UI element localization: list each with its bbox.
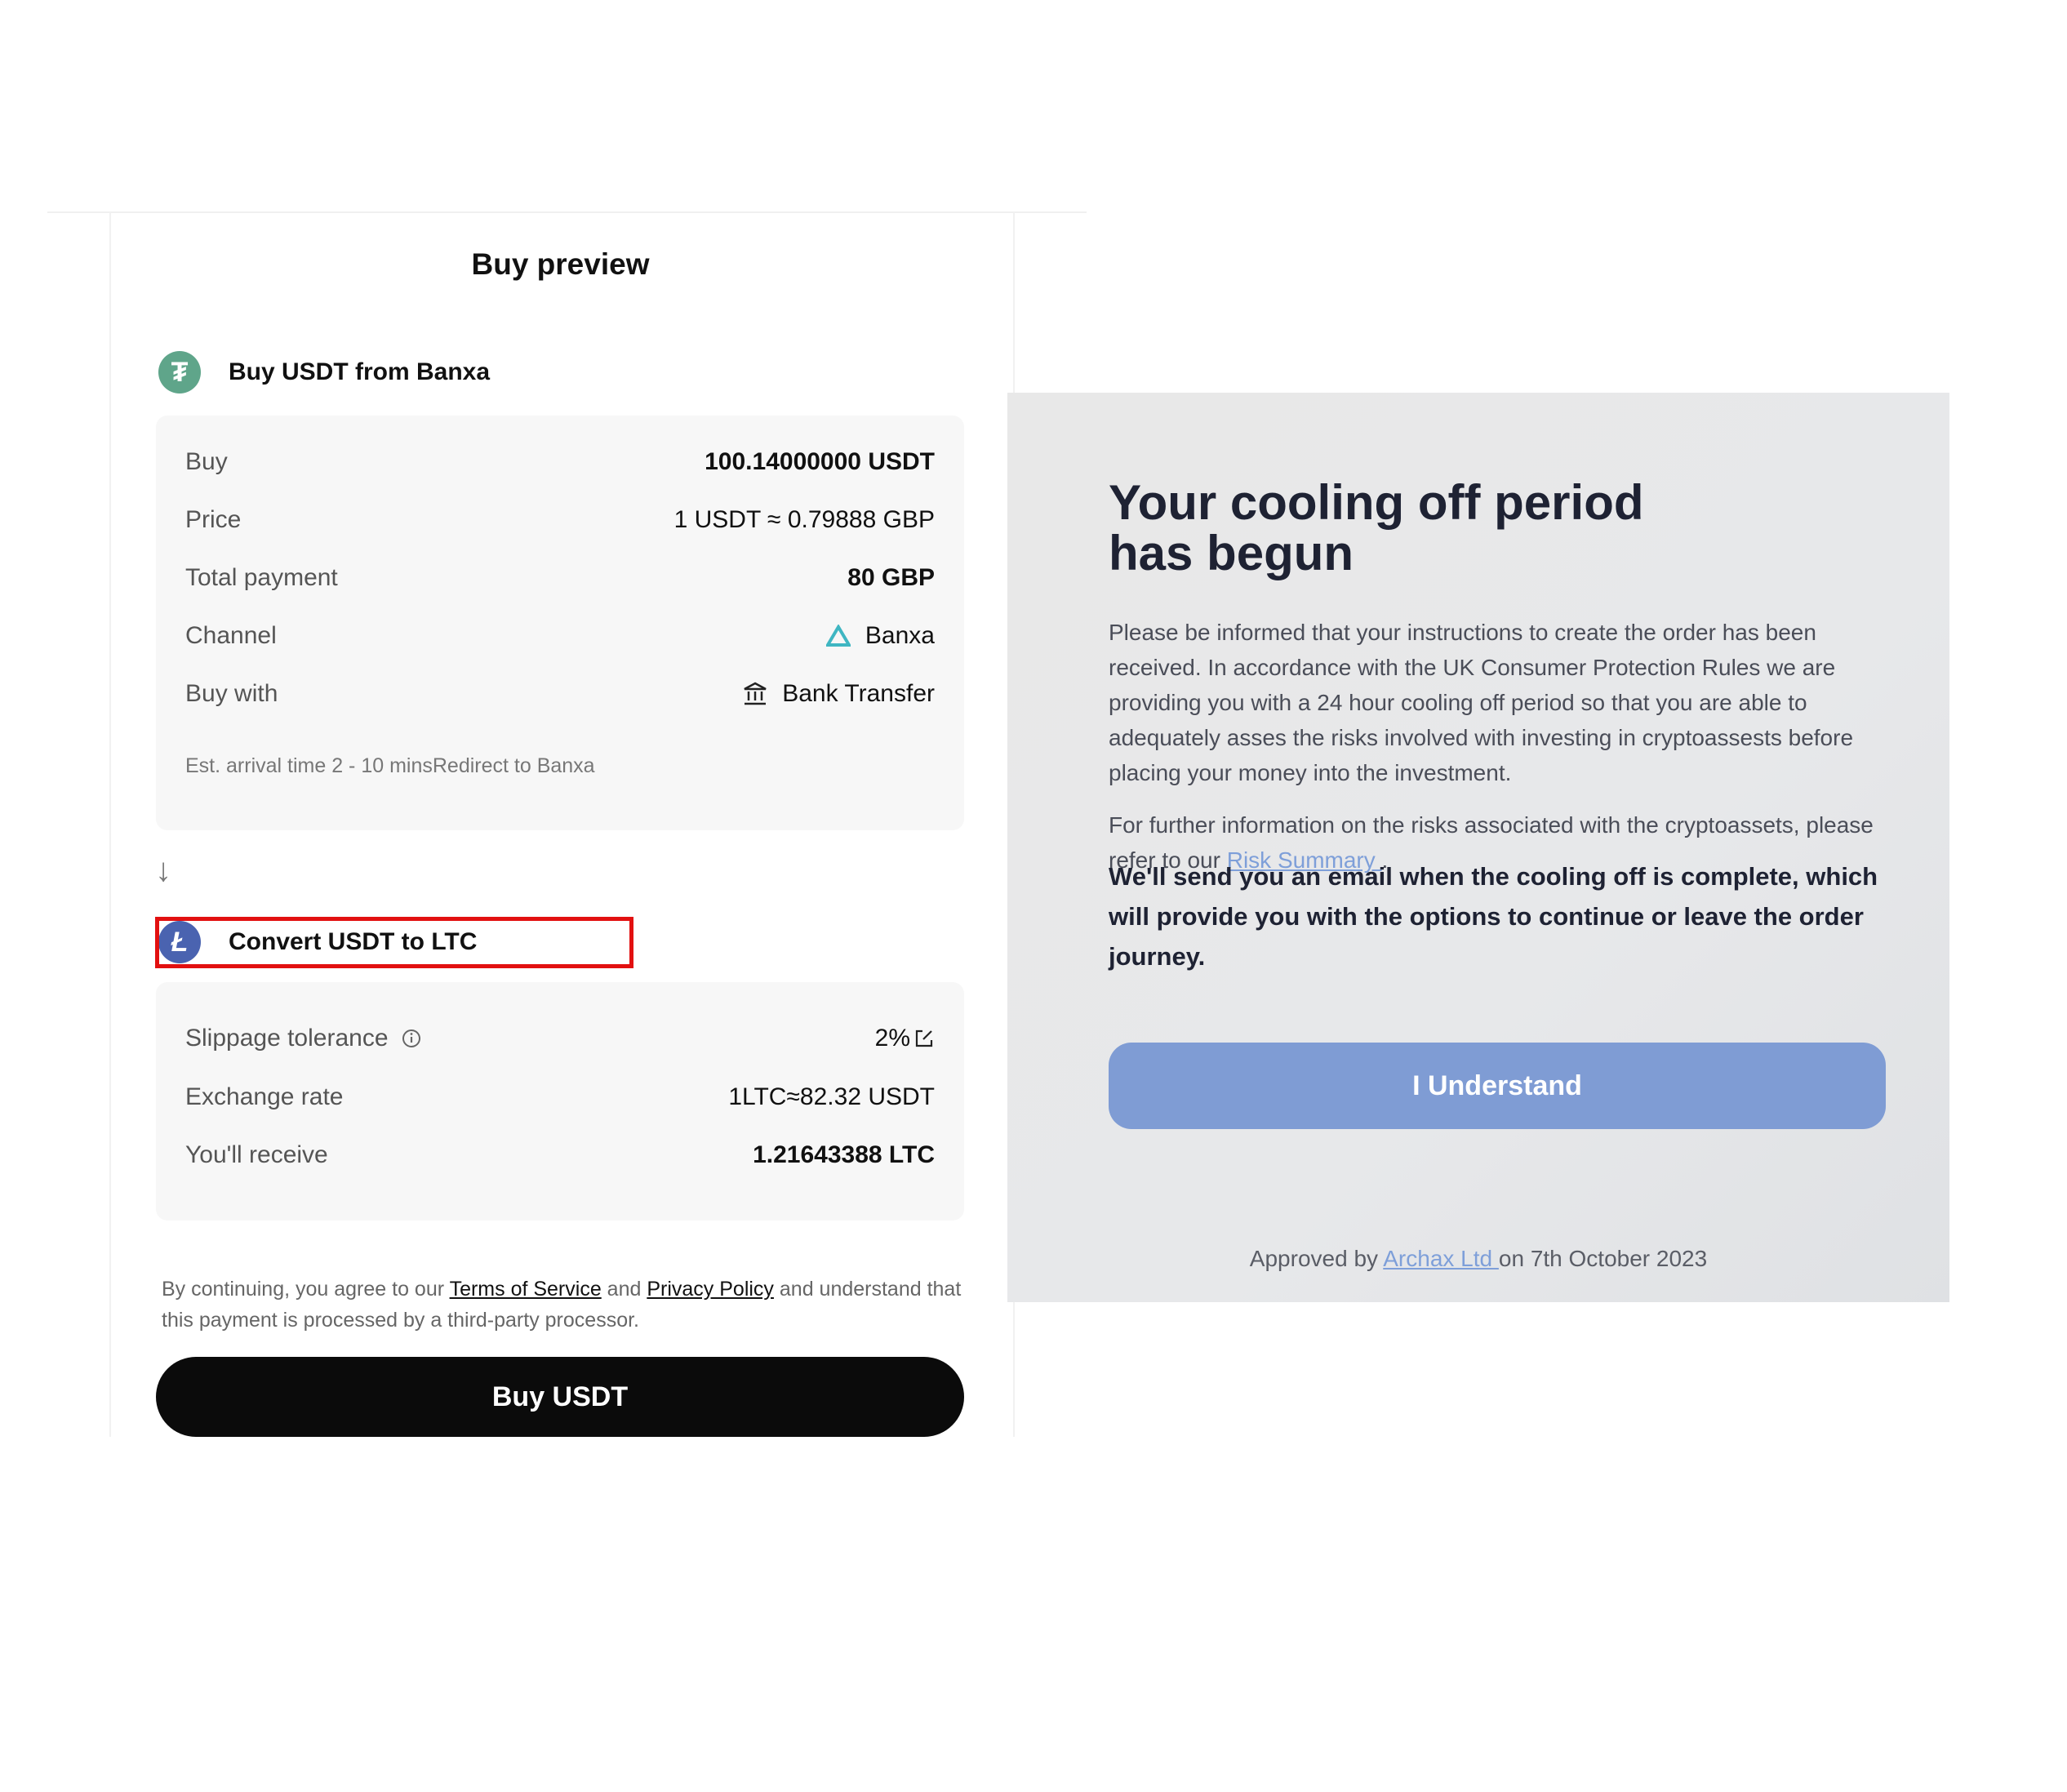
row-buy: Buy 100.14000000 USDT xyxy=(185,448,935,476)
row-value: 1 USDT ≈ 0.79888 GBP xyxy=(673,506,935,533)
page-title: Buy preview xyxy=(471,247,650,281)
banxa-icon xyxy=(825,625,851,647)
row-price: Price 1 USDT ≈ 0.79888 GBP xyxy=(185,506,935,534)
row-total-payment: Total payment 80 GBP xyxy=(185,564,935,592)
usdt-icon: ₮ xyxy=(158,351,201,394)
bank-icon xyxy=(744,682,767,705)
row-value: 1.21643388 LTC xyxy=(753,1141,935,1168)
cooling-paragraph-3: We'll send you an email when the cooling… xyxy=(1109,862,1878,971)
terms-link[interactable]: Terms of Service xyxy=(450,1278,602,1301)
archax-link[interactable]: Archax Ltd xyxy=(1383,1246,1499,1271)
approved-suffix: on 7th October 2023 xyxy=(1498,1246,1708,1271)
approved-line: Approved by Archax Ltd on 7th October 20… xyxy=(1007,1246,1949,1272)
legal-part: By continuing, you agree to our xyxy=(162,1278,450,1301)
legal-text: By continuing, you agree to our Terms of… xyxy=(162,1274,966,1336)
highlight-box xyxy=(155,917,633,968)
cooling-off-panel: Your cooling off period has begun Please… xyxy=(1007,393,1949,1302)
row-value: Bank Transfer xyxy=(782,680,935,707)
row-receive: You'll receive 1.21643388 LTC xyxy=(185,1141,935,1169)
row-channel: Channel Banxa xyxy=(185,622,935,650)
row-label: Buy xyxy=(185,448,228,475)
row-value-wrap: Banxa xyxy=(825,622,935,650)
cooling-title-line1: Your cooling off period xyxy=(1109,475,1644,530)
down-arrow-icon: ↓ xyxy=(155,852,171,888)
row-label: Buy with xyxy=(185,680,278,707)
row-label: Exchange rate xyxy=(185,1083,344,1110)
row-label: Slippage tolerance xyxy=(185,1025,389,1052)
cooling-paragraph-1: Please be informed that your instruction… xyxy=(1109,620,1854,785)
cooling-title: Your cooling off period has begun xyxy=(1109,478,1644,579)
row-label: You'll receive xyxy=(185,1141,328,1168)
row-slippage: Slippage tolerance 2% xyxy=(185,1025,935,1052)
row-exchange-rate: Exchange rate 1LTC≈82.32 USDT xyxy=(185,1083,935,1111)
row-value: 100.14000000 USDT xyxy=(705,448,935,475)
row-value: Banxa xyxy=(865,622,935,649)
row-value: 1LTC≈82.32 USDT xyxy=(728,1083,935,1110)
row-buy-with: Buy with Bank Transfer xyxy=(185,680,935,708)
legal-part: and xyxy=(601,1278,647,1301)
row-label-wrap: Slippage tolerance xyxy=(185,1025,421,1052)
row-value-wrap: Bank Transfer xyxy=(743,680,935,708)
edit-icon[interactable] xyxy=(913,1028,935,1049)
section-buy-header: ₮ Buy USDT from Banxa xyxy=(158,351,490,394)
row-value: 80 GBP xyxy=(847,564,935,591)
convert-details-card: Slippage tolerance 2% Exchange rate 1LTC… xyxy=(156,982,964,1221)
arrival-note: Est. arrival time 2 - 10 minsRedirect to… xyxy=(185,754,595,777)
cooling-title-line2: has begun xyxy=(1109,526,1354,580)
row-value: 2% xyxy=(874,1025,910,1052)
slippage-value-wrap[interactable]: 2% xyxy=(875,1025,935,1052)
row-label: Price xyxy=(185,506,242,533)
privacy-link[interactable]: Privacy Policy xyxy=(647,1278,774,1301)
row-label: Channel xyxy=(185,622,277,649)
buy-usdt-button[interactable]: Buy USDT xyxy=(156,1357,964,1437)
row-label: Total payment xyxy=(185,564,338,591)
i-understand-button[interactable]: I Understand xyxy=(1109,1043,1886,1129)
buy-details-card: Buy 100.14000000 USDT Price 1 USDT ≈ 0.7… xyxy=(156,416,964,830)
section-buy-label: Buy USDT from Banxa xyxy=(229,358,491,385)
info-icon[interactable] xyxy=(402,1029,421,1048)
approved-prefix: Approved by xyxy=(1249,1246,1384,1271)
